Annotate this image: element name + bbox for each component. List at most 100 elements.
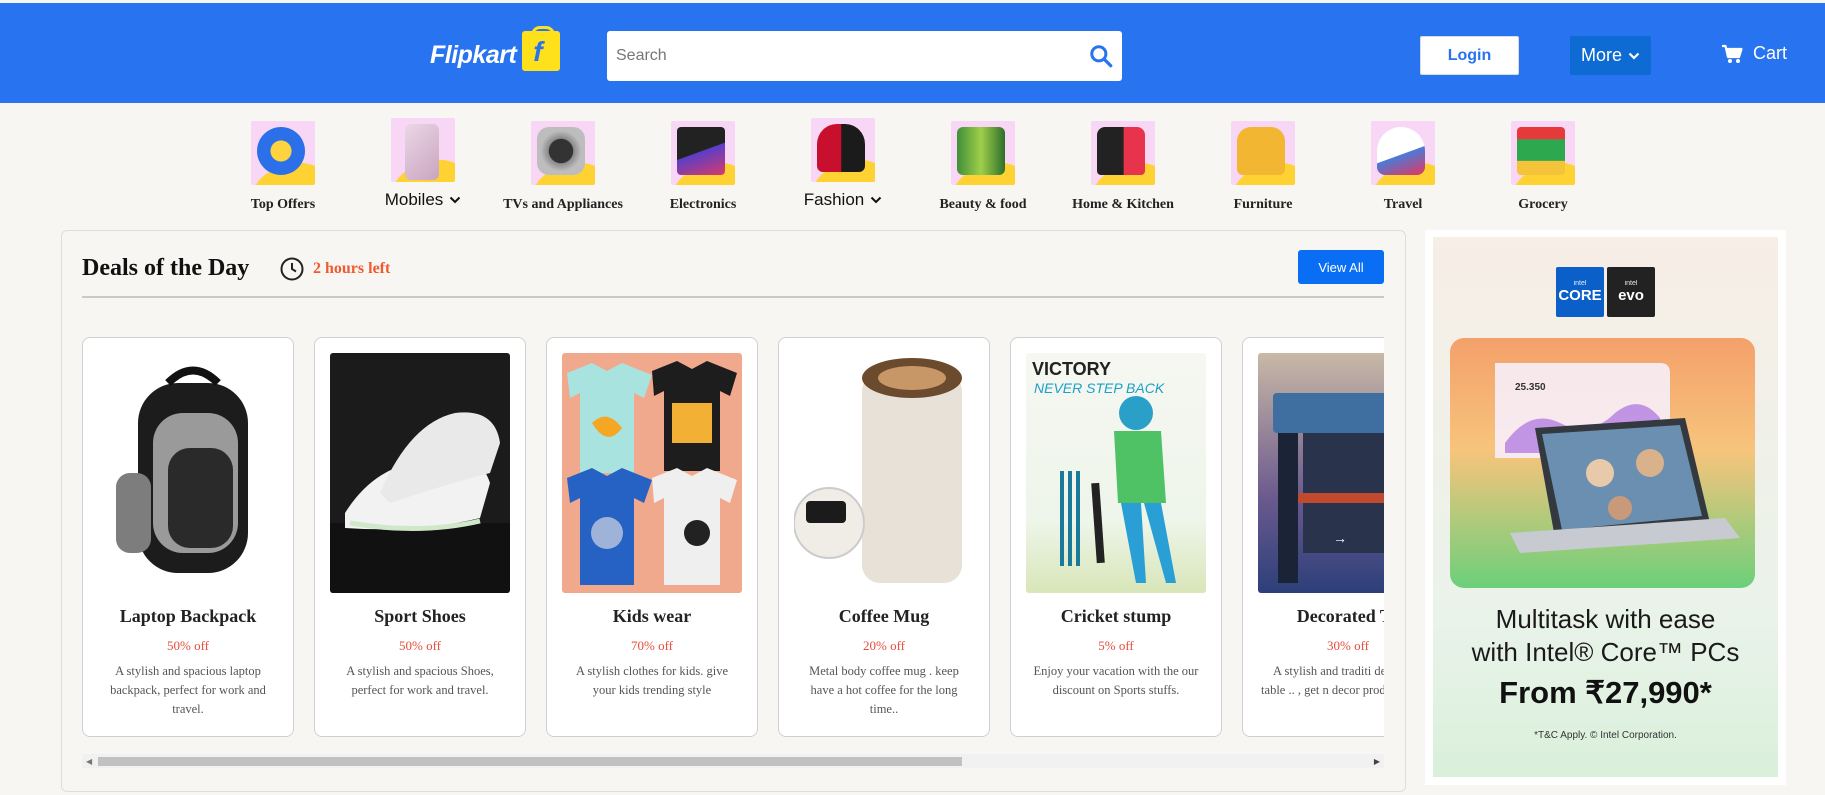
category-electronics[interactable]: Electronics	[633, 121, 773, 213]
product-image	[330, 353, 510, 593]
deal-description: A stylish clothes for kids. give your ki…	[575, 664, 729, 697]
top-offers-icon	[251, 121, 315, 185]
ad-price: From ₹27,990*	[1499, 675, 1712, 710]
cart-icon	[1722, 44, 1743, 63]
category-label: Furniture	[1233, 197, 1293, 212]
category-label: Fashion	[803, 190, 865, 209]
search-bar	[607, 31, 1122, 81]
beauty-food-icon	[951, 121, 1015, 185]
category-beauty-food[interactable]: Beauty & food	[913, 121, 1053, 213]
deals-title: Deals of the Day	[82, 255, 250, 281]
chevron-down-icon	[871, 196, 882, 204]
ad-terms: *T&C Apply. © Intel Corporation.	[1534, 730, 1677, 741]
more-button[interactable]: More	[1570, 36, 1651, 75]
category-label: Grocery	[1518, 197, 1568, 212]
ad-headline-line1: Multitask with ease	[1495, 604, 1716, 634]
deal-card[interactable]: Sport Shoes 50% off A stylish and spacio…	[314, 337, 526, 737]
category-label: Home & Kitchen	[1072, 197, 1174, 212]
category-label: Electronics	[669, 197, 737, 212]
category-label: Mobiles	[384, 190, 444, 209]
deal-discount: 70% off	[630, 638, 673, 653]
deal-discount: 5% off	[1098, 638, 1134, 653]
furniture-icon	[1231, 121, 1295, 185]
search-icon[interactable]	[1088, 43, 1114, 69]
deal-card[interactable]: VICTORY NEVER STEP BACK Cricket stump 5%…	[1010, 337, 1222, 737]
deals-section: Deals of the Day 2 hours left View All L…	[61, 230, 1406, 792]
deals-divider	[82, 296, 1384, 298]
category-label: TVs and Appliances	[503, 197, 623, 212]
svg-text:VICTORY: VICTORY	[1032, 359, 1111, 379]
category-furniture[interactable]: Furniture	[1193, 121, 1333, 213]
cart-button[interactable]: Cart	[1721, 43, 1787, 64]
login-button[interactable]: Login	[1420, 36, 1519, 75]
intel-ad-banner[interactable]: intel CORE intel evo 25.350 Multitask with…	[1425, 230, 1786, 785]
product-image	[562, 353, 742, 593]
deal-name: Decorated Ta	[1296, 606, 1384, 626]
deal-name: Coffee Mug	[838, 606, 930, 626]
home-kitchen-icon	[1091, 121, 1155, 185]
arrow-right-icon: →	[1333, 530, 1347, 546]
deal-card[interactable]: Laptop Backpack 50% off A stylish and sp…	[82, 337, 294, 737]
deal-name: Sport Shoes	[374, 606, 466, 626]
deal-description: Metal body coffee mug . keep have a hot …	[809, 664, 959, 716]
category-label: Beauty & food	[939, 197, 1027, 212]
category-grocery[interactable]: Grocery	[1473, 121, 1613, 213]
chevron-down-icon	[1628, 52, 1640, 60]
hero-figure: 25.350	[1515, 382, 1546, 393]
scroll-right-arrow-icon[interactable]: ▶	[1374, 757, 1380, 766]
product-image: →	[1258, 353, 1384, 593]
svg-text:NEVER STEP BACK: NEVER STEP BACK	[1034, 380, 1165, 396]
category-label: Top Offers	[250, 197, 316, 212]
deal-discount: 50% off	[166, 638, 209, 653]
deal-card[interactable]: Coffee Mug 20% off Metal body coffee mug…	[778, 337, 990, 737]
shopping-bag-icon: f	[522, 26, 561, 71]
chevron-down-icon	[450, 196, 461, 204]
product-image	[794, 353, 974, 593]
mobiles-icon	[391, 118, 455, 182]
deal-discount: 50% off	[398, 638, 441, 653]
top-header: Flipkart f Login More Cart	[0, 3, 1825, 103]
scroll-left-arrow-icon[interactable]: ◀	[86, 757, 92, 766]
carousel-scrollbar[interactable]: ◀ ▶	[82, 754, 1384, 768]
deal-name: Kids wear	[612, 606, 692, 626]
travel-icon	[1371, 121, 1435, 185]
deal-card[interactable]: Kids wear 70% off A stylish clothes for …	[546, 337, 758, 737]
deal-discount: 30% off	[1326, 638, 1369, 653]
deal-name: Cricket stump	[1060, 606, 1172, 626]
category-mobiles[interactable]: Mobiles	[353, 118, 493, 210]
view-all-button[interactable]: View All	[1298, 250, 1384, 284]
time-left: 2 hours left	[313, 260, 391, 277]
laptop-hero-image: 25.350	[1450, 338, 1755, 588]
product-image: VICTORY NEVER STEP BACK	[1026, 353, 1206, 593]
scrollbar-thumb[interactable]	[98, 757, 962, 766]
logo-text: Flipkart	[430, 40, 517, 69]
category-travel[interactable]: Travel	[1333, 121, 1473, 213]
deals-carousel[interactable]: Laptop Backpack 50% off A stylish and sp…	[82, 337, 1384, 737]
more-label: More	[1580, 45, 1622, 65]
deal-description: A stylish and traditi decorated table ..…	[1261, 664, 1384, 697]
deal-name: Laptop Backpack	[119, 606, 257, 626]
intel-evo-badge: intel evo	[1607, 267, 1655, 317]
category-tvs-appliances[interactable]: TVs and Appliances	[493, 121, 633, 213]
deal-discount: 20% off	[862, 638, 905, 653]
flipkart-logo[interactable]: Flipkart f	[430, 26, 561, 75]
cart-label: Cart	[1753, 43, 1788, 63]
category-home-kitchen[interactable]: Home & Kitchen	[1053, 121, 1193, 213]
ad-headline-line2: with Intel® Core™ PCs	[1471, 637, 1740, 667]
category-label: Travel	[1383, 197, 1423, 212]
intel-core-badge: intel CORE	[1556, 267, 1604, 317]
grocery-icon	[1511, 121, 1575, 185]
deal-description: A stylish and spacious Shoes, perfect fo…	[346, 664, 494, 697]
tv-appliances-icon	[531, 121, 595, 185]
category-bar: Top Offers Mobiles TVs and Appliances El…	[0, 103, 1825, 228]
category-top-offers[interactable]: Top Offers	[213, 121, 353, 213]
fashion-icon	[811, 118, 875, 182]
search-input[interactable]	[607, 31, 1067, 81]
deals-timer: 2 hours left	[279, 256, 390, 282]
deal-description: A stylish and spacious laptop backpack, …	[110, 664, 266, 716]
clock-icon	[280, 257, 304, 281]
electronics-icon	[671, 121, 735, 185]
category-fashion[interactable]: Fashion	[773, 118, 913, 210]
deal-card[interactable]: → Decorated Ta 30% off A stylish and tra…	[1242, 337, 1384, 737]
deal-description: Enjoy your vacation with the our discoun…	[1033, 664, 1199, 697]
